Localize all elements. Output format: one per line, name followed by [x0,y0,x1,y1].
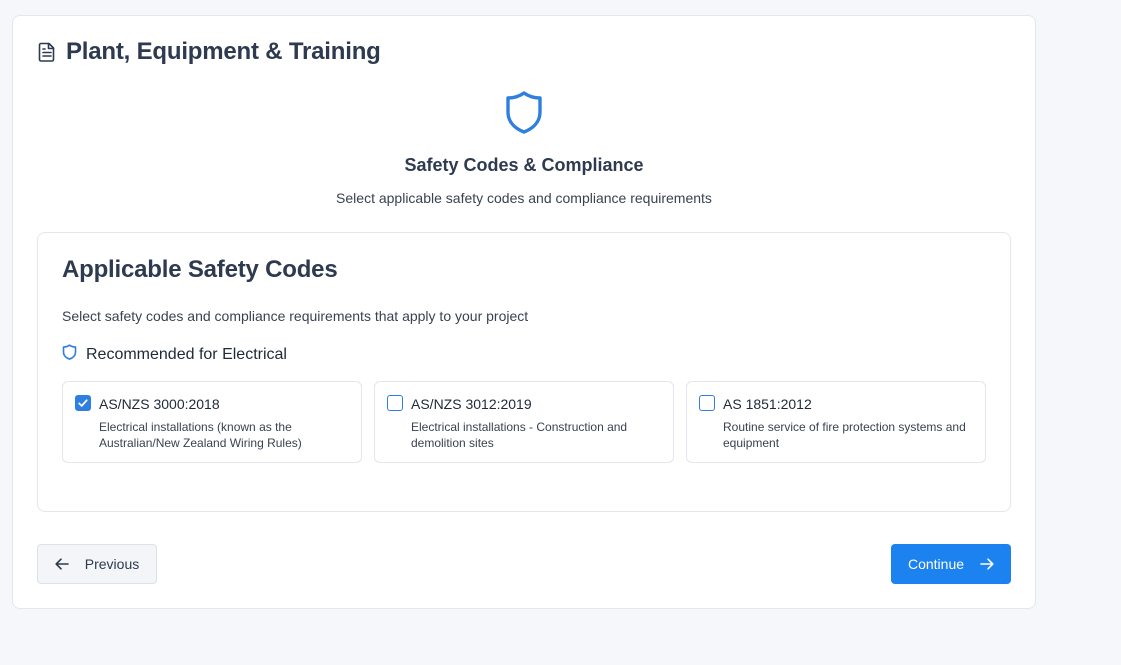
recommended-label: Recommended for Electrical [86,345,287,363]
section-title: Safety Codes & Compliance [404,155,644,175]
recommended-heading: Recommended for Electrical [62,344,287,365]
checkbox-checked[interactable] [75,395,91,411]
option-code: AS/NZS 3000:2018 [99,396,220,412]
check-icon [78,399,88,407]
option-description: Electrical installations (known as the A… [99,420,302,450]
card-header: Plant, Equipment & Training [38,38,381,66]
section-subtitle: Select applicable safety codes and compl… [336,190,712,206]
shield-small-icon [62,344,77,365]
safety-codes-panel: Applicable Safety Codes Select safety co… [37,232,1011,512]
arrow-right-icon [980,558,994,570]
option-description: Routine service of fire protection syste… [723,420,966,450]
option-description: Electrical installations - Construction … [411,420,628,450]
continue-label: Continue [907,556,965,572]
document-icon [38,42,56,62]
panel-description: Select safety codes and compliance requi… [62,308,529,324]
checkbox-unchecked[interactable] [387,395,403,411]
page-title: Plant, Equipment & Training [66,38,381,65]
option-code: AS/NZS 3012:2019 [411,396,532,412]
section-hero: Safety Codes & Compliance Select applica… [13,90,1035,206]
previous-button[interactable]: Previous [37,544,157,584]
main-card: Plant, Equipment & Training Safety Codes… [12,15,1036,609]
option-code: AS 1851:2012 [723,396,812,412]
previous-label: Previous [84,556,140,572]
panel-title: Applicable Safety Codes [62,256,338,283]
option-as-nzs-3012[interactable]: AS/NZS 3012:2019 Electrical installation… [374,381,674,463]
arrow-left-icon [55,558,69,570]
shield-icon [504,90,544,141]
checkbox-unchecked[interactable] [699,395,715,411]
safety-code-options: AS/NZS 3000:2018 Electrical installation… [62,381,986,463]
option-as-nzs-3000[interactable]: AS/NZS 3000:2018 Electrical installation… [62,381,362,463]
option-as-1851[interactable]: AS 1851:2012 Routine service of fire pro… [686,381,986,463]
continue-button[interactable]: Continue [891,544,1011,584]
